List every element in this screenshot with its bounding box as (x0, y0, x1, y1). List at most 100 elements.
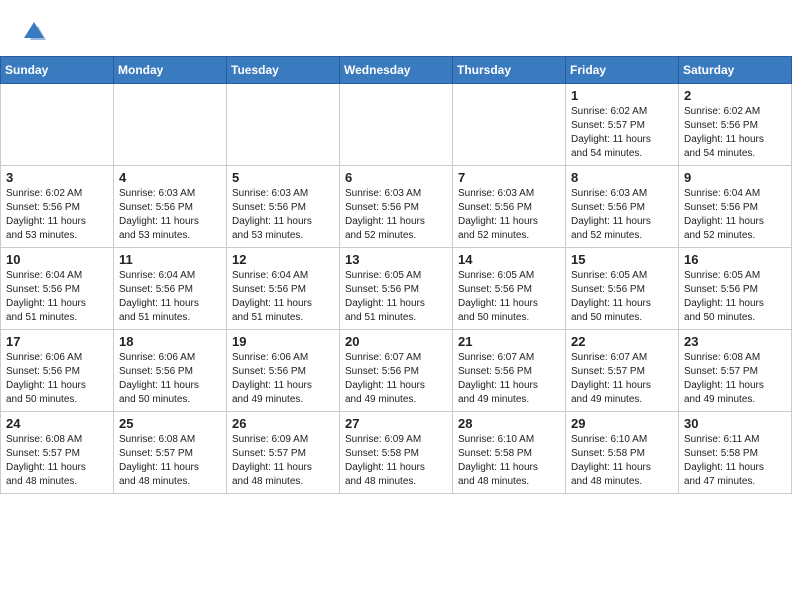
calendar-week-row: 3 Sunrise: 6:02 AM Sunset: 5:56 PM Daylig… (1, 166, 792, 248)
calendar-cell: 16Sunrise: 6:05 AM Sunset: 5:56 PM Dayli… (679, 248, 792, 330)
day-info: Sunrise: 6:03 AM Sunset: 5:56 PM Dayligh… (232, 187, 334, 243)
day-number: 15 (571, 252, 673, 267)
day-number: 25 (119, 416, 221, 431)
day-number: 29 (571, 416, 673, 431)
calendar-cell: 10 Sunrise: 6:04 AM Sunset: 5:56 PM Dayli… (1, 248, 114, 330)
weekday-header: Thursday (453, 57, 566, 84)
day-info: Sunrise: 6:05 AM Sunset: 5:56 PM Dayligh… (458, 269, 560, 325)
calendar-cell (453, 84, 566, 166)
day-info: Sunrise: 6:05 AM Sunset: 5:56 PM Dayligh… (571, 269, 673, 325)
calendar-cell: 6 Sunrise: 6:03 AM Sunset: 5:56 PM Daylig… (340, 166, 453, 248)
calendar-week-row: 10 Sunrise: 6:04 AM Sunset: 5:56 PM Dayli… (1, 248, 792, 330)
calendar-table: SundayMondayTuesdayWednesdayThursdayFrid… (0, 56, 792, 494)
day-info: Sunrise: 6:08 AM Sunset: 5:57 PM Dayligh… (119, 433, 221, 489)
day-info: Sunrise: 6:06 AM Sunset: 5:56 PM Dayligh… (232, 351, 334, 407)
day-info: Sunrise: 6:03 AM Sunset: 5:56 PM Dayligh… (345, 187, 447, 243)
day-info: Sunrise: 6:09 AM Sunset: 5:57 PM Dayligh… (232, 433, 334, 489)
calendar-week-row: 1 Sunrise: 6:02 AM Sunset: 5:57 PM Daylig… (1, 84, 792, 166)
calendar-cell: 20 Sunrise: 6:07 AM Sunset: 5:56 PM Dayli… (340, 330, 453, 412)
day-info: Sunrise: 6:10 AM Sunset: 5:58 PM Dayligh… (458, 433, 560, 489)
day-info: Sunrise: 6:05 AM Sunset: 5:56 PM Dayligh… (345, 269, 447, 325)
calendar-cell: 13Sunrise: 6:05 AM Sunset: 5:56 PM Dayli… (340, 248, 453, 330)
calendar-cell: 12 Sunrise: 6:04 AM Sunset: 5:56 PM Dayli… (227, 248, 340, 330)
calendar-week-row: 17 Sunrise: 6:06 AM Sunset: 5:56 PM Dayli… (1, 330, 792, 412)
calendar-cell: 21 Sunrise: 6:07 AM Sunset: 5:56 PM Dayli… (453, 330, 566, 412)
calendar-cell: 9 Sunrise: 6:04 AM Sunset: 5:56 PM Daylig… (679, 166, 792, 248)
day-number: 18 (119, 334, 221, 349)
weekday-header: Saturday (679, 57, 792, 84)
day-number: 3 (6, 170, 108, 185)
calendar-cell: 29Sunrise: 6:10 AM Sunset: 5:58 PM Dayli… (566, 412, 679, 494)
calendar-cell: 17 Sunrise: 6:06 AM Sunset: 5:56 PM Dayli… (1, 330, 114, 412)
day-number: 5 (232, 170, 334, 185)
day-number: 28 (458, 416, 560, 431)
calendar-cell: 1 Sunrise: 6:02 AM Sunset: 5:57 PM Daylig… (566, 84, 679, 166)
day-number: 26 (232, 416, 334, 431)
calendar-cell: 7Sunrise: 6:03 AM Sunset: 5:56 PM Daylig… (453, 166, 566, 248)
day-info: Sunrise: 6:04 AM Sunset: 5:56 PM Dayligh… (684, 187, 786, 243)
day-info: Sunrise: 6:03 AM Sunset: 5:56 PM Dayligh… (571, 187, 673, 243)
day-number: 10 (6, 252, 108, 267)
calendar-week-row: 24 Sunrise: 6:08 AM Sunset: 5:57 PM Dayli… (1, 412, 792, 494)
day-number: 24 (6, 416, 108, 431)
calendar-cell (340, 84, 453, 166)
day-info: Sunrise: 6:04 AM Sunset: 5:56 PM Dayligh… (119, 269, 221, 325)
day-info: Sunrise: 6:07 AM Sunset: 5:57 PM Dayligh… (571, 351, 673, 407)
day-number: 30 (684, 416, 786, 431)
day-info: Sunrise: 6:06 AM Sunset: 5:56 PM Dayligh… (119, 351, 221, 407)
calendar-cell: 19 Sunrise: 6:06 AM Sunset: 5:56 PM Dayli… (227, 330, 340, 412)
logo (20, 18, 52, 46)
day-number: 4 (119, 170, 221, 185)
day-info: Sunrise: 6:07 AM Sunset: 5:56 PM Dayligh… (345, 351, 447, 407)
day-number: 12 (232, 252, 334, 267)
day-number: 22 (571, 334, 673, 349)
calendar-cell: 2 Sunrise: 6:02 AM Sunset: 5:56 PM Daylig… (679, 84, 792, 166)
weekday-header: Tuesday (227, 57, 340, 84)
day-number: 17 (6, 334, 108, 349)
weekday-header: Sunday (1, 57, 114, 84)
weekday-header: Friday (566, 57, 679, 84)
calendar-cell: 22 Sunrise: 6:07 AM Sunset: 5:57 PM Dayli… (566, 330, 679, 412)
day-info: Sunrise: 6:08 AM Sunset: 5:57 PM Dayligh… (6, 433, 108, 489)
day-info: Sunrise: 6:09 AM Sunset: 5:58 PM Dayligh… (345, 433, 447, 489)
day-info: Sunrise: 6:06 AM Sunset: 5:56 PM Dayligh… (6, 351, 108, 407)
day-info: Sunrise: 6:04 AM Sunset: 5:56 PM Dayligh… (232, 269, 334, 325)
page-header (0, 0, 792, 56)
calendar-cell: 8Sunrise: 6:03 AM Sunset: 5:56 PM Daylig… (566, 166, 679, 248)
calendar-cell: 30 Sunrise: 6:11 AM Sunset: 5:58 PM Dayli… (679, 412, 792, 494)
day-info: Sunrise: 6:04 AM Sunset: 5:56 PM Dayligh… (6, 269, 108, 325)
day-number: 1 (571, 88, 673, 103)
day-info: Sunrise: 6:02 AM Sunset: 5:56 PM Dayligh… (6, 187, 108, 243)
day-info: Sunrise: 6:02 AM Sunset: 5:57 PM Dayligh… (571, 105, 673, 161)
day-info: Sunrise: 6:03 AM Sunset: 5:56 PM Dayligh… (458, 187, 560, 243)
calendar-cell: 18 Sunrise: 6:06 AM Sunset: 5:56 PM Dayli… (114, 330, 227, 412)
calendar-cell: 25 Sunrise: 6:08 AM Sunset: 5:57 PM Dayli… (114, 412, 227, 494)
calendar-cell: 3 Sunrise: 6:02 AM Sunset: 5:56 PM Daylig… (1, 166, 114, 248)
day-info: Sunrise: 6:11 AM Sunset: 5:58 PM Dayligh… (684, 433, 786, 489)
day-number: 19 (232, 334, 334, 349)
day-number: 23 (684, 334, 786, 349)
calendar-cell: 5 Sunrise: 6:03 AM Sunset: 5:56 PM Daylig… (227, 166, 340, 248)
calendar-cell: 28 Sunrise: 6:10 AM Sunset: 5:58 PM Dayli… (453, 412, 566, 494)
day-number: 2 (684, 88, 786, 103)
logo-icon (20, 18, 48, 46)
calendar-cell (114, 84, 227, 166)
calendar-cell: 11Sunrise: 6:04 AM Sunset: 5:56 PM Dayli… (114, 248, 227, 330)
day-number: 6 (345, 170, 447, 185)
day-info: Sunrise: 6:07 AM Sunset: 5:56 PM Dayligh… (458, 351, 560, 407)
day-number: 9 (684, 170, 786, 185)
calendar-cell (227, 84, 340, 166)
weekday-header: Monday (114, 57, 227, 84)
weekday-header-row: SundayMondayTuesdayWednesdayThursdayFrid… (1, 57, 792, 84)
day-number: 27 (345, 416, 447, 431)
calendar-cell: 24 Sunrise: 6:08 AM Sunset: 5:57 PM Dayli… (1, 412, 114, 494)
day-info: Sunrise: 6:08 AM Sunset: 5:57 PM Dayligh… (684, 351, 786, 407)
day-info: Sunrise: 6:02 AM Sunset: 5:56 PM Dayligh… (684, 105, 786, 161)
calendar-cell: 15 Sunrise: 6:05 AM Sunset: 5:56 PM Dayli… (566, 248, 679, 330)
day-number: 21 (458, 334, 560, 349)
day-info: Sunrise: 6:03 AM Sunset: 5:56 PM Dayligh… (119, 187, 221, 243)
day-number: 20 (345, 334, 447, 349)
day-number: 16 (684, 252, 786, 267)
calendar-cell: 4 Sunrise: 6:03 AM Sunset: 5:56 PM Daylig… (114, 166, 227, 248)
calendar-cell: 26 Sunrise: 6:09 AM Sunset: 5:57 PM Dayli… (227, 412, 340, 494)
